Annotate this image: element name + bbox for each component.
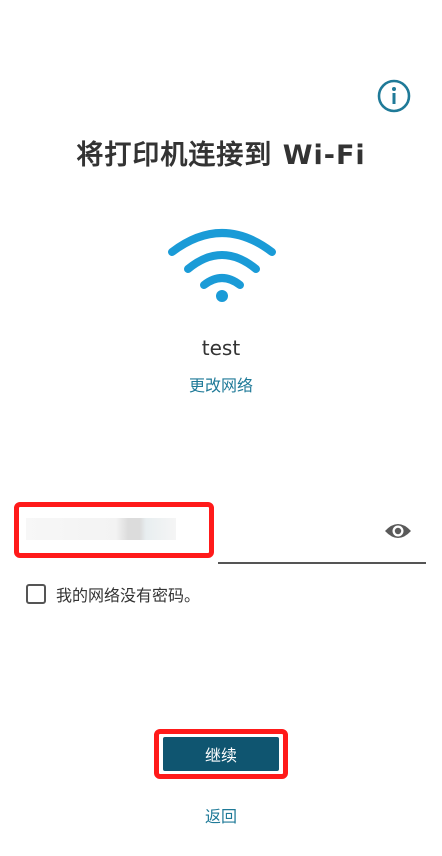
- change-network-link[interactable]: 更改网络: [0, 372, 442, 396]
- wifi-icon: [168, 229, 276, 302]
- no-password-label: 我的网络没有密码。: [56, 586, 201, 605]
- network-name: test: [201, 336, 241, 360]
- password-underline: [218, 562, 426, 564]
- continue-button[interactable]: 继续: [163, 737, 279, 771]
- back-link[interactable]: 返回: [0, 803, 442, 827]
- eye-icon[interactable]: [384, 520, 412, 542]
- password-highlight-box: [14, 502, 214, 558]
- no-password-option[interactable]: 我的网络没有密码。: [26, 582, 200, 606]
- info-icon[interactable]: [377, 79, 411, 113]
- page-title: 将打印机连接到 Wi-Fi: [76, 140, 366, 171]
- no-password-checkbox[interactable]: [26, 584, 46, 604]
- connect-printer-wifi-screen: 将打印机连接到 Wi-Fi test 更改网络 我的网络没有密码。 继续 返回: [0, 0, 442, 856]
